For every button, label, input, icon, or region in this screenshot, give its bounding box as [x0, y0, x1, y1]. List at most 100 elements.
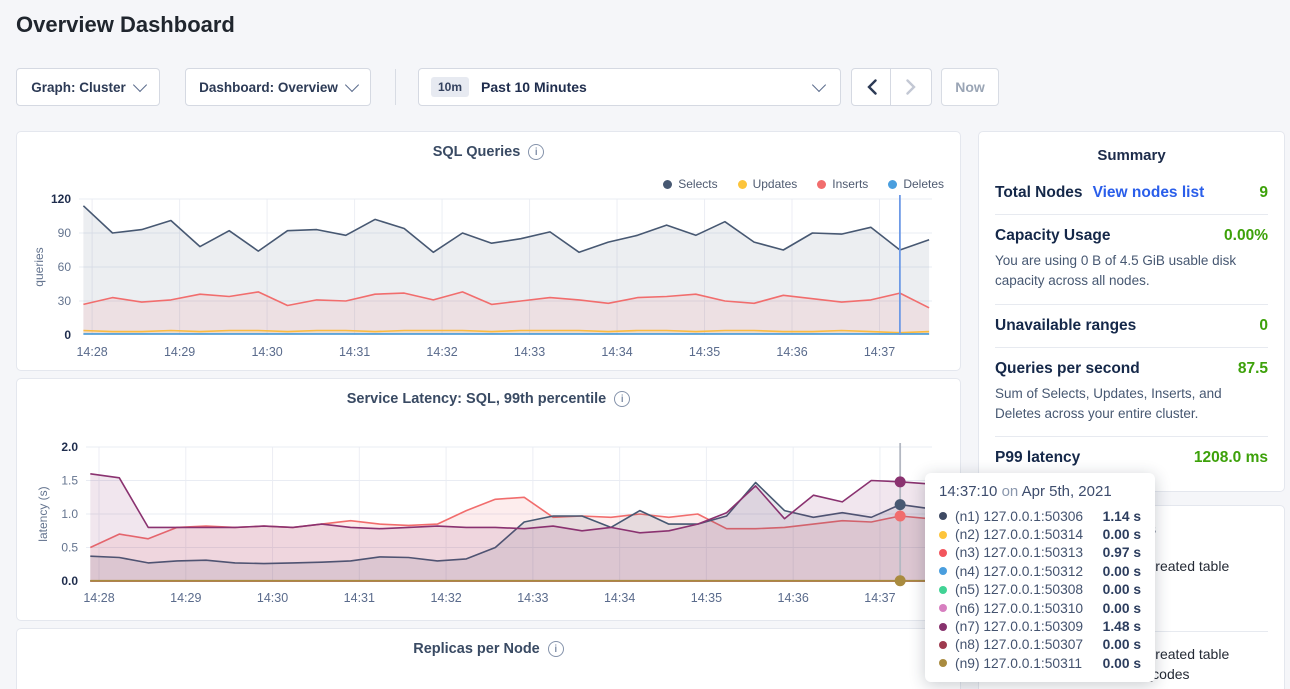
info-icon[interactable]: i [548, 641, 564, 657]
svg-text:0.5: 0.5 [61, 541, 78, 555]
tooltip-time: 14:37:10 [939, 483, 997, 500]
chart-hover-tooltip: 14:37:10 on Apr 5th, 2021 (n1) 127.0.0.1… [925, 473, 1155, 682]
chevron-left-icon [867, 79, 877, 95]
svg-text:14:33: 14:33 [514, 345, 545, 359]
svg-text:14:37: 14:37 [864, 345, 895, 359]
summary-row-capacity-usage: Capacity Usage 0.00% You are using 0 B o… [995, 214, 1268, 304]
node-color-dot [939, 659, 947, 667]
svg-text:14:32: 14:32 [426, 345, 457, 359]
sql-queries-chart[interactable]: 14:2814:2914:3014:3114:3214:3314:3414:35… [17, 187, 962, 372]
node-latency-value: 0.00 s [1103, 564, 1141, 579]
svg-text:queries: queries [32, 247, 46, 286]
svg-text:14:31: 14:31 [339, 345, 370, 359]
svg-text:14:30: 14:30 [251, 345, 282, 359]
node-address: (n8) 127.0.0.1:50307 [955, 637, 1083, 652]
summary-row-description: You are using 0 B of 4.5 GiB usable disk… [995, 251, 1268, 292]
dashboard-dropdown-label: Dashboard: Overview [199, 80, 338, 95]
chevron-down-icon [812, 78, 826, 92]
svg-text:1.0: 1.0 [61, 507, 78, 521]
node-color-dot [939, 604, 947, 612]
svg-text:14:35: 14:35 [691, 591, 722, 605]
time-range-label: Past 10 Minutes [481, 79, 587, 95]
tooltip-node-row: (n3) 127.0.0.1:50313 0.97 s [939, 544, 1141, 562]
chevron-right-icon [906, 79, 916, 95]
controls-divider [395, 69, 396, 105]
summary-row-label: Total Nodes [995, 184, 1083, 202]
node-latency-value: 1.48 s [1103, 619, 1141, 634]
svg-text:60: 60 [58, 260, 72, 274]
svg-text:0.0: 0.0 [61, 574, 78, 588]
now-button[interactable]: Now [941, 68, 999, 106]
tooltip-node-row: (n5) 127.0.0.1:503080.00 s [939, 581, 1141, 599]
svg-text:14:28: 14:28 [83, 591, 114, 605]
node-color-dot [939, 586, 947, 594]
summary-title: Summary [979, 132, 1284, 172]
tooltip-on: on [1002, 483, 1019, 500]
node-latency-value: 0.00 s [1103, 527, 1141, 542]
svg-text:14:32: 14:32 [430, 591, 461, 605]
node-latency-value: 0.00 s [1103, 582, 1141, 597]
view-nodes-list-link[interactable]: View nodes list [1093, 184, 1205, 202]
time-prev-button[interactable] [851, 68, 893, 106]
node-address: (n2) 127.0.0.1:50314 [955, 527, 1083, 542]
tooltip-timestamp: 14:37:10 on Apr 5th, 2021 [939, 483, 1141, 500]
summary-row-value: 9 [1259, 184, 1268, 202]
summary-row-queries-per-second: Queries per second 87.5 Sum of Selects, … [995, 347, 1268, 437]
time-range-dropdown[interactable]: 10m Past 10 Minutes [418, 68, 841, 106]
node-color-dot [939, 623, 947, 631]
tooltip-date: Apr 5th, 2021 [1022, 483, 1112, 500]
time-next-button[interactable] [890, 68, 932, 106]
summary-row-label: Queries per second [995, 360, 1140, 378]
tooltip-node-row: (n2) 127.0.0.1:50314 0.00 s [939, 525, 1141, 543]
summary-row-label: P99 latency [995, 449, 1080, 467]
node-latency-value: 1.14 s [1103, 509, 1141, 524]
chevron-down-icon [345, 78, 359, 92]
svg-text:14:34: 14:34 [604, 591, 635, 605]
svg-text:90: 90 [58, 226, 72, 240]
tooltip-node-row: (n9) 127.0.0.1:503110.00 s [939, 654, 1141, 672]
node-address: (n3) 127.0.0.1:50313 [955, 545, 1083, 560]
svg-text:14:31: 14:31 [344, 591, 375, 605]
summary-row-label: Unavailable ranges [995, 317, 1136, 335]
svg-text:1.5: 1.5 [61, 474, 78, 488]
service-latency-chart[interactable]: 14:28 14:29 14:30 14:31 14:32 14:33 14:34 14:35… [17, 434, 962, 622]
svg-text:14:28: 14:28 [76, 345, 107, 359]
node-color-dot [939, 512, 947, 520]
summary-row-value: 0 [1259, 317, 1268, 335]
tooltip-node-row: (n4) 127.0.0.1:50312 0.00 s [939, 562, 1141, 580]
svg-text:14:37: 14:37 [864, 591, 895, 605]
node-latency-value: 0.00 s [1103, 601, 1141, 616]
svg-text:14:30: 14:30 [257, 591, 288, 605]
node-color-dot [939, 641, 947, 649]
svg-text:14:33: 14:33 [517, 591, 548, 605]
summary-row-total-nodes: Total Nodes View nodes list 9 [995, 172, 1268, 214]
graph-dropdown[interactable]: Graph: Cluster [16, 68, 160, 106]
service-latency-card: Service Latency: SQL, 99th percentile i … [16, 378, 961, 621]
tooltip-node-row: (n8) 127.0.0.1:50307 0.00 s [939, 636, 1141, 654]
summary-row-value: 87.5 [1238, 360, 1268, 378]
tooltip-node-row: (n7) 127.0.0.1:503091.48 s [939, 617, 1141, 635]
summary-row-value: 0.00% [1224, 227, 1268, 245]
page-title: Overview Dashboard [16, 12, 235, 38]
summary-row-value: 1208.0 ms [1194, 449, 1268, 467]
chevron-down-icon [133, 78, 147, 92]
node-latency-value: 0.00 s [1103, 637, 1141, 652]
svg-text:14:36: 14:36 [776, 345, 807, 359]
node-address: (n6) 127.0.0.1:50310 [955, 601, 1083, 616]
chart-title-text: Service Latency: SQL, 99th percentile [347, 391, 607, 407]
chart-title-text: Replicas per Node [413, 641, 540, 657]
node-latency-value: 0.97 s [1103, 545, 1141, 560]
node-address: (n9) 127.0.0.1:50311 [955, 656, 1082, 671]
node-address: (n4) 127.0.0.1:50312 [955, 564, 1083, 579]
svg-text:14:29: 14:29 [170, 591, 201, 605]
info-icon[interactable]: i [528, 144, 544, 160]
node-address: (n1) 127.0.0.1:50306 [955, 509, 1083, 524]
svg-text:0: 0 [64, 328, 71, 342]
sql-queries-card: SQL Queries i SelectsUpdatesInsertsDelet… [16, 131, 961, 371]
info-icon[interactable]: i [614, 391, 630, 407]
svg-text:14:35: 14:35 [689, 345, 720, 359]
summary-panel: Summary Total Nodes View nodes list 9 Ca… [978, 131, 1285, 492]
svg-text:latency (s): latency (s) [36, 486, 50, 541]
replicas-per-node-card: Replicas per Node i [16, 628, 961, 689]
dashboard-dropdown[interactable]: Dashboard: Overview [185, 68, 371, 106]
